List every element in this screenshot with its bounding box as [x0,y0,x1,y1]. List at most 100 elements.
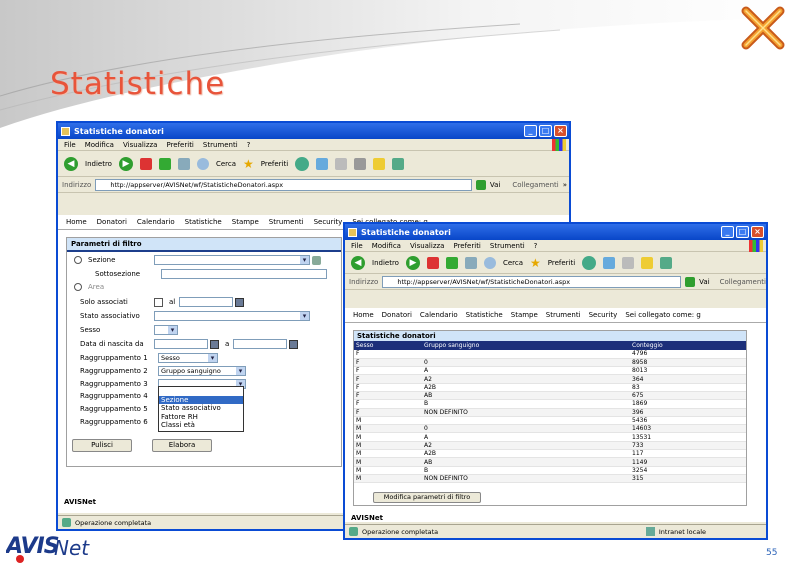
input-al-date[interactable] [179,297,234,307]
stop-icon[interactable] [139,157,152,170]
menu-modifica[interactable]: Modifica [85,141,114,149]
dropdown-option-classi[interactable]: Classi età [159,421,243,430]
menu-visualizza[interactable]: Visualizza [410,242,444,250]
links-label[interactable]: Collegamenti [720,278,766,286]
calendar-icon[interactable] [210,339,219,349]
pulisci-button[interactable]: Pulisci [72,439,132,452]
nav-security[interactable]: Security [589,311,618,319]
favorites-star-icon[interactable]: ★ [243,157,254,171]
select-sezione[interactable] [154,255,310,265]
back-label[interactable]: Indietro [372,259,399,267]
minimize-button[interactable]: _ [524,125,537,137]
menu-file[interactable]: File [351,242,363,250]
search-icon[interactable] [196,157,209,170]
menu-visualizza[interactable]: Visualizza [123,141,157,149]
address-label: Indirizzo [349,277,379,286]
nav-home[interactable]: Home [353,311,374,319]
go-icon[interactable] [685,276,696,287]
menu-preferiti[interactable]: Preferiti [166,141,193,149]
close-button[interactable]: × [751,226,764,238]
messenger-icon[interactable] [392,157,405,170]
nav-calendario[interactable]: Calendario [137,218,175,226]
nav-statistiche[interactable]: Statistiche [185,218,222,226]
menu-strumenti[interactable]: Strumenti [490,242,525,250]
select-stato-associativo[interactable] [154,311,310,321]
nav-donatori[interactable]: Donatori [382,311,412,319]
nav-security[interactable]: Security [314,218,343,226]
chevron-icon[interactable]: » [563,181,567,189]
stop-icon[interactable] [426,256,439,269]
back-icon[interactable]: ◀ [64,156,78,171]
history-icon[interactable] [295,156,310,171]
home-icon[interactable] [177,157,190,170]
select-sesso[interactable] [154,325,178,335]
select-raggruppamento-2[interactable]: Gruppo sanguigno [158,366,246,376]
favorites-label[interactable]: Preferiti [548,259,575,267]
back-label[interactable]: Indietro [85,160,112,168]
cell-sesso: F [354,383,422,393]
dropdown-option-rh[interactable]: Fattore RH [159,413,243,422]
dropdown-option-sezione[interactable]: Sezione [159,395,243,404]
nav-strumenti[interactable]: Strumenti [546,311,581,319]
home-icon[interactable] [464,256,477,269]
elabora-button[interactable]: Elabora [152,439,212,452]
menu-strumenti[interactable]: Strumenti [203,141,238,149]
search-icon[interactable] [483,256,496,269]
menu-preferiti[interactable]: Preferiti [453,242,480,250]
nav-statistiche[interactable]: Statistiche [466,311,503,319]
forward-icon[interactable]: ▶ [118,156,133,171]
messenger-icon[interactable] [660,256,673,269]
close-button[interactable]: × [554,125,567,137]
col-sesso: Sesso [354,341,422,350]
minimize-button[interactable]: _ [721,226,734,238]
nav-stampe[interactable]: Stampe [232,218,259,226]
links-label[interactable]: Collegamenti [512,181,558,189]
input-sottosezione[interactable] [161,269,327,279]
maximize-button[interactable]: □ [736,226,749,238]
modify-filters-button[interactable]: Modifica parametri di filtro [373,492,481,503]
history-icon[interactable] [582,255,597,270]
dropdown-option-stato[interactable]: Stato associativo [159,404,243,413]
input-data-a[interactable] [233,339,288,349]
back-icon[interactable]: ◀ [351,255,365,270]
lookup-icon[interactable] [312,255,321,265]
search-label[interactable]: Cerca [503,259,523,267]
radio-area[interactable] [74,283,82,291]
mail-icon[interactable] [316,157,329,170]
menu-help[interactable]: ? [534,242,538,250]
nav-stampe[interactable]: Stampe [511,311,538,319]
search-label[interactable]: Cerca [216,160,236,168]
favorites-label[interactable]: Preferiti [261,160,288,168]
cross-logo-icon [741,6,785,50]
favorites-star-icon[interactable]: ★ [530,256,541,270]
calendar-icon[interactable] [235,297,245,307]
forward-icon[interactable]: ▶ [405,255,420,270]
folder-icon[interactable] [373,157,386,170]
checkbox-solo-associati[interactable] [154,297,163,307]
folder-icon[interactable] [641,256,654,269]
maximize-button[interactable]: □ [539,125,552,137]
menu-help[interactable]: ? [247,141,251,149]
go-button[interactable]: Vai [490,181,500,189]
mail-icon[interactable] [603,256,616,269]
edit-icon[interactable] [354,157,367,170]
nav-donatori[interactable]: Donatori [97,218,127,226]
refresh-icon[interactable] [158,157,171,170]
go-icon[interactable] [475,179,486,190]
print-icon[interactable] [622,256,635,269]
address-input[interactable]: http://appserver/AVISNet/wf/StatisticheD… [382,275,682,288]
nav-home[interactable]: Home [66,218,87,226]
print-icon[interactable] [335,157,348,170]
nav-strumenti[interactable]: Strumenti [269,218,304,226]
select-raggruppamento-1[interactable]: Sesso [158,353,218,363]
input-data-da[interactable] [154,339,208,349]
address-input[interactable]: http://appserver/AVISNet/wf/StatisticheD… [95,178,472,191]
go-button[interactable]: Vai [699,278,709,286]
radio-sezione[interactable] [74,256,82,264]
nav-calendario[interactable]: Calendario [420,311,458,319]
calendar-icon[interactable] [289,339,299,349]
dropdown-empty-option[interactable] [159,387,243,396]
refresh-icon[interactable] [445,256,458,269]
menu-modifica[interactable]: Modifica [372,242,401,250]
menu-file[interactable]: File [64,141,76,149]
